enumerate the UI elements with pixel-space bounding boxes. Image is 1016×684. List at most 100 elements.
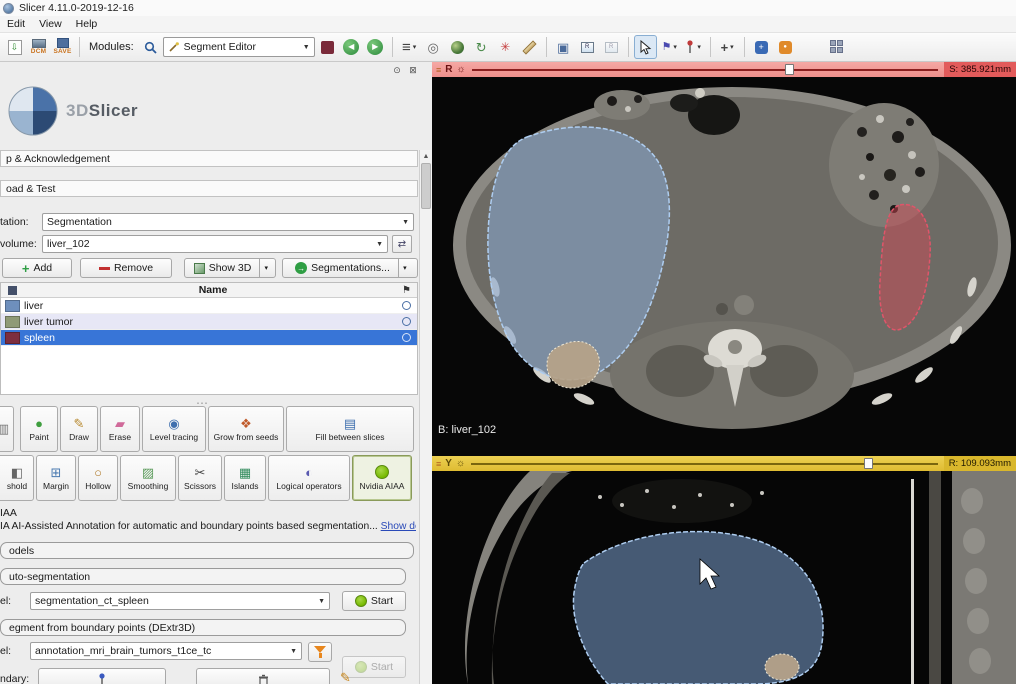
start-autoseg-button[interactable]: Start	[342, 591, 406, 611]
sagittal-view[interactable]	[432, 471, 1016, 684]
effect-islands-button[interactable]: ▦ Islands	[224, 455, 266, 501]
axial-ct-image	[432, 77, 1016, 456]
add-segment-button[interactable]: +Add	[2, 258, 72, 278]
menu-view[interactable]: View	[32, 17, 69, 31]
effect-fill-between-slices-button[interactable]: ▤ Fill between slices	[286, 406, 414, 452]
effect-threshold-button[interactable]: ◧ shold	[0, 455, 34, 501]
python-console-button[interactable]: ●	[774, 35, 797, 59]
chevron-down-icon: ▼	[303, 44, 310, 51]
clear-boundary-points-button[interactable]	[196, 668, 330, 684]
funnel-icon	[314, 646, 326, 653]
panel-scrollbar[interactable]: ▲	[419, 150, 432, 684]
load-test-section[interactable]: oad & Test	[0, 180, 418, 197]
back-arrow-icon: ◀	[343, 39, 359, 55]
yellow-slice-slider[interactable]	[469, 456, 940, 471]
show-3d-button[interactable]: Show 3D ▾	[184, 258, 276, 278]
scene-views-button[interactable]	[446, 35, 469, 59]
effect-smoothing-button[interactable]: ▨ Smoothing	[120, 455, 176, 501]
segmentation-combo[interactable]: Segmentation▼	[42, 213, 414, 231]
module-selector-combo[interactable]: Segment Editor ▼	[163, 37, 315, 57]
nvidia-icon	[355, 661, 367, 673]
rotate-view-button[interactable]: ↻	[470, 35, 493, 59]
boundary-model-combo[interactable]: annotation_mri_brain_tumors_t1ce_tc▼	[30, 642, 302, 660]
show-details-link[interactable]: Show details.	[381, 521, 416, 532]
show-3d-dropdown[interactable]: ▾	[259, 259, 272, 277]
place-boundary-point-button[interactable]	[38, 668, 166, 684]
place-fiducial-button[interactable]: ▾	[682, 35, 705, 59]
effect-level-tracing-button[interactable]: ◉ Level tracing	[142, 406, 206, 452]
separator	[744, 37, 745, 57]
segmentations-dropdown[interactable]: ▾	[398, 259, 411, 277]
color-swatch[interactable]	[5, 300, 20, 312]
panel-float-button[interactable]: ⊙	[390, 64, 404, 77]
screen-capture-button[interactable]: ▣	[552, 35, 575, 59]
segment-row-liver-tumor[interactable]: liver tumor	[1, 314, 417, 330]
separator	[546, 37, 547, 57]
segment-row-spleen[interactable]: spleen	[1, 330, 417, 346]
volume-options-button[interactable]: ⇄	[392, 235, 412, 253]
module-icon-button[interactable]	[316, 35, 339, 59]
color-swatch[interactable]	[5, 332, 20, 344]
remove-segment-button[interactable]: Remove	[80, 258, 172, 278]
brightness-icon[interactable]: ☼	[456, 458, 465, 469]
color-swatch[interactable]	[5, 316, 20, 328]
layout-grid-button[interactable]	[826, 35, 849, 59]
yellow-view-label: Y	[445, 458, 452, 469]
effect-erase-button[interactable]: ▰ Erase	[100, 406, 140, 452]
edit-boundary-button[interactable]: ✎	[340, 670, 351, 684]
volume-rendering-button[interactable]: ✳	[494, 35, 517, 59]
status-circle-icon[interactable]	[402, 333, 411, 342]
auto-segmentation-section[interactable]: uto-segmentation	[0, 568, 406, 585]
effect-logical-operators-button[interactable]: ◐ Logical operators	[268, 455, 350, 501]
red-slice-slider[interactable]	[470, 62, 941, 77]
model-combo[interactable]: segmentation_ct_spleen▼	[30, 592, 330, 610]
effect-nvidia-aiaa-button[interactable]: Nvidia AIAA	[352, 455, 412, 501]
effect-hollow-button[interactable]: ○ Hollow	[78, 455, 118, 501]
extensions-button[interactable]: +	[750, 35, 773, 59]
axial-view[interactable]: B: liver_102	[432, 77, 1016, 456]
scene-view-restore-button[interactable]: R	[600, 35, 623, 59]
module-history-back-button[interactable]: ◀	[340, 35, 363, 59]
effect-scissors-button[interactable]: ✂ Scissors	[178, 455, 222, 501]
effect-paint-button[interactable]: ● Paint	[20, 406, 58, 452]
measurement-button[interactable]	[518, 35, 541, 59]
module-history-forward-button[interactable]: ▶	[364, 35, 387, 59]
models-section[interactable]: odels	[0, 542, 414, 559]
scene-view-save-button[interactable]: R	[576, 35, 599, 59]
load-data-button[interactable]: ⇩	[3, 35, 26, 59]
module-search-button[interactable]	[139, 35, 162, 59]
menu-edit[interactable]: Edit	[0, 17, 32, 31]
effect-margin-button[interactable]: ⊞ Margin	[36, 455, 76, 501]
status-circle-icon[interactable]	[402, 301, 411, 310]
scrollbar-thumb[interactable]	[421, 163, 431, 209]
pin-menu-icon[interactable]: ≡	[436, 459, 441, 469]
save-button[interactable]: SAVE	[51, 35, 74, 59]
boundary-points-section[interactable]: egment from boundary points (DExtr3D)	[0, 619, 406, 636]
crosshair-button[interactable]: +▾	[716, 35, 739, 59]
status-circle-icon[interactable]	[402, 317, 411, 326]
menu-help[interactable]: Help	[69, 17, 105, 31]
help-acknowledgement-section[interactable]: p & Acknowledgement	[0, 150, 418, 167]
load-dicom-button[interactable]: DCM	[27, 35, 50, 59]
scroll-up-icon[interactable]: ▲	[420, 150, 432, 162]
effect-grow-from-seeds-button[interactable]: ❖ Grow from seeds	[208, 406, 284, 452]
red-slider-handle[interactable]	[785, 64, 794, 75]
marker-pin-icon	[97, 673, 107, 684]
pin-menu-icon[interactable]: ≡	[436, 65, 441, 75]
yellow-slider-handle[interactable]	[864, 458, 873, 469]
paint-icon: ●	[35, 417, 43, 430]
filter-models-button[interactable]	[308, 642, 332, 662]
layout-selector-button[interactable]: ≡▾	[398, 35, 421, 59]
effect-cutoff-button[interactable]: ▥	[0, 406, 14, 452]
brightness-icon[interactable]: ☼	[457, 64, 466, 75]
effect-draw-button[interactable]: ✎ Draw	[60, 406, 98, 452]
panel-close-button[interactable]: ⊠	[406, 64, 420, 77]
segment-row-liver[interactable]: liver	[1, 298, 417, 314]
mouse-interaction-button[interactable]	[634, 35, 657, 59]
start-boundary-button[interactable]: Start	[342, 656, 406, 678]
segmentations-button[interactable]: →Segmentations... ▾	[282, 258, 418, 278]
slicer-logo: 3DSlicer	[6, 84, 138, 138]
place-markup-button[interactable]: ⚑▾	[658, 35, 681, 59]
show-3d-view-button[interactable]: ◎	[422, 35, 445, 59]
master-volume-combo[interactable]: liver_102▼	[42, 235, 388, 253]
